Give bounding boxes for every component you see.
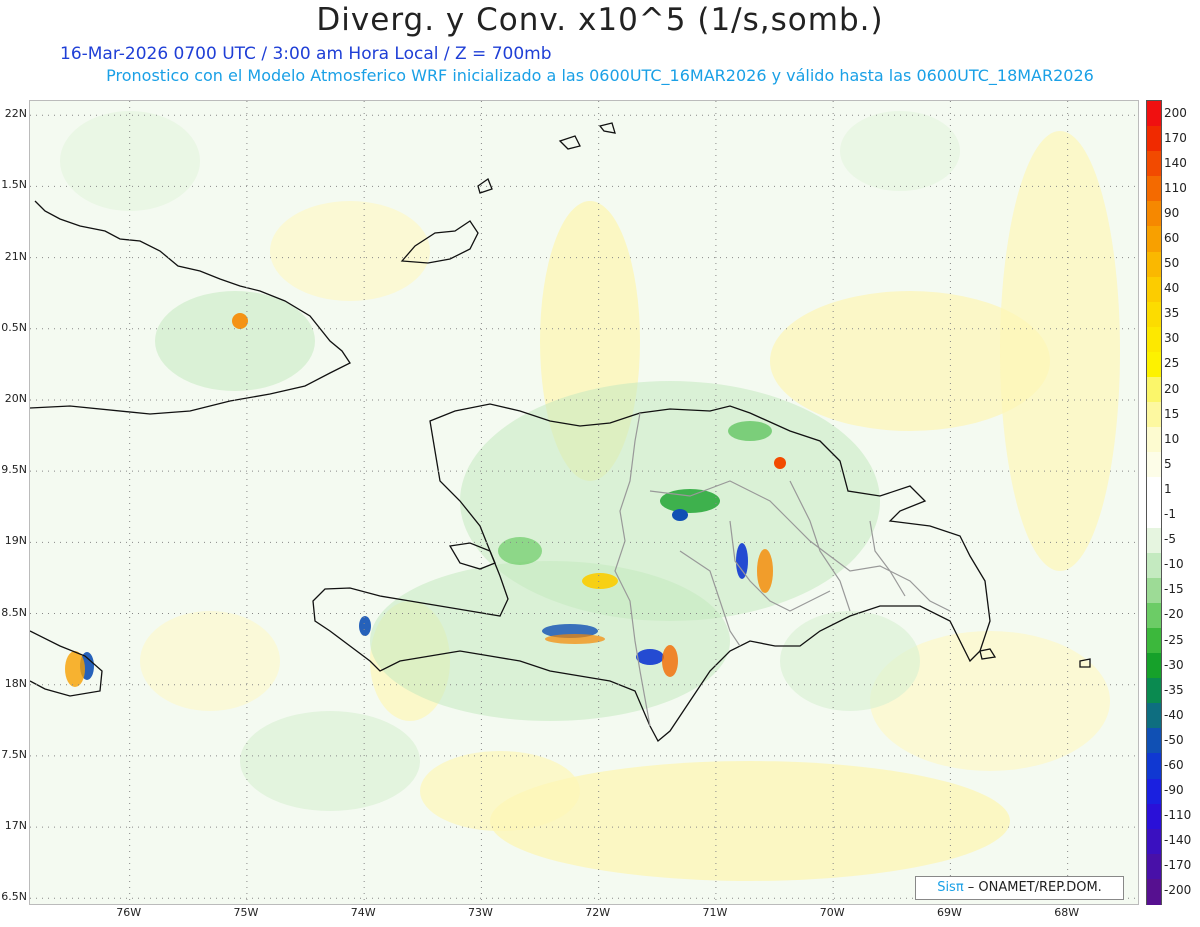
colorbar-segment <box>1147 276 1161 303</box>
colorbar-label: 10 <box>1164 431 1180 446</box>
lon-label: 68W <box>1054 906 1080 919</box>
colorbar-segment <box>1147 377 1161 403</box>
colorbar-label: 50 <box>1164 256 1180 271</box>
valid-time-subtitle: 16-Mar-2026 0700 UTC / 3:00 am Hora Loca… <box>60 44 552 64</box>
colorbar-label: -60 <box>1164 757 1184 772</box>
lat-label: 18N <box>4 676 27 690</box>
colorbar-label: -170 <box>1164 858 1192 873</box>
colorbar-label: 200 <box>1164 105 1187 120</box>
colorbar-segment <box>1147 502 1161 529</box>
colorbar-label: -15 <box>1164 582 1184 597</box>
colorbar-segment <box>1147 577 1161 604</box>
colorbar-segment <box>1147 678 1161 704</box>
colorbar-label: 25 <box>1164 356 1180 371</box>
colorbar-label: 170 <box>1164 130 1187 145</box>
lon-label: 75W <box>233 906 259 919</box>
colorbar-label: 35 <box>1164 306 1180 321</box>
colorbar-label: 20 <box>1164 381 1180 396</box>
colorbar-label: -110 <box>1164 808 1192 823</box>
colorbar-label: 1 <box>1164 481 1172 496</box>
colorbar-label: -35 <box>1164 682 1184 697</box>
colorbar-segment <box>1147 126 1161 152</box>
colorbar-segment <box>1147 326 1161 353</box>
colorbar-segment <box>1147 151 1161 177</box>
lon-label: 69W <box>936 906 962 919</box>
divergence-shading <box>60 111 1120 881</box>
colorbar-segment <box>1147 803 1161 830</box>
lat-label: 8.5N <box>1 605 27 619</box>
lat-label: 6.5N <box>1 890 27 904</box>
colorbar-segment <box>1147 351 1161 378</box>
divergence-map <box>30 101 1138 904</box>
map-title: Diverg. y Conv. x10^5 (1/s,somb.) <box>316 2 884 38</box>
colorbar-segment <box>1147 703 1161 729</box>
lat-label: 20N <box>4 391 27 405</box>
lon-label: 73W <box>467 906 493 919</box>
credit-brand: Sisπ <box>937 880 964 895</box>
colorbar-segment <box>1147 627 1161 654</box>
lon-label: 76W <box>116 906 142 919</box>
colorbar-label: 5 <box>1164 456 1172 471</box>
colorbar-segment <box>1147 452 1161 478</box>
colorbar <box>1146 100 1162 905</box>
colorbar-segment <box>1147 853 1161 880</box>
colorbar-label: -200 <box>1164 883 1192 898</box>
colorbar-segment <box>1147 477 1161 503</box>
colorbar-segment <box>1147 226 1161 253</box>
colorbar-label: -25 <box>1164 632 1184 647</box>
map-panel <box>29 100 1139 905</box>
colorbar-label: -1 <box>1164 507 1176 522</box>
colorbar-label: -90 <box>1164 783 1184 798</box>
colorbar-label: 30 <box>1164 331 1180 346</box>
colorbar-label: -30 <box>1164 657 1184 672</box>
colorbar-segment <box>1147 778 1161 805</box>
colorbar-segment <box>1147 878 1161 905</box>
colorbar-segment <box>1147 301 1161 328</box>
colorbar-segment <box>1147 602 1161 629</box>
colorbar-label: 40 <box>1164 281 1180 296</box>
colorbar-segment <box>1147 101 1161 127</box>
lat-label: 9.5N <box>1 463 27 477</box>
lat-label: 0.5N <box>1 320 27 334</box>
model-info-subtitle: Pronostico con el Modelo Atmosferico WRF… <box>106 66 1094 85</box>
colorbar-label: 140 <box>1164 155 1187 170</box>
colorbar-segment <box>1147 552 1161 579</box>
colorbar-label: 60 <box>1164 231 1180 246</box>
colorbar-segment <box>1147 251 1161 278</box>
colorbar-segment <box>1147 402 1161 428</box>
lat-label: 1.5N <box>1 178 27 192</box>
credit-text: – ONAMET/REP.DOM. <box>963 880 1102 895</box>
colorbar-label: 90 <box>1164 205 1180 220</box>
lat-label: 22N <box>4 107 27 121</box>
colorbar-label: -20 <box>1164 607 1184 622</box>
lon-label: 71W <box>702 906 728 919</box>
lon-label: 74W <box>350 906 376 919</box>
lon-label: 72W <box>585 906 611 919</box>
colorbar-segment <box>1147 527 1161 554</box>
lat-label: 17N <box>4 819 27 833</box>
colorbar-label: -5 <box>1164 532 1176 547</box>
lat-label: 19N <box>4 534 27 548</box>
colorbar-label: -10 <box>1164 557 1184 572</box>
colorbar-segment <box>1147 753 1161 780</box>
lat-label: 21N <box>4 249 27 263</box>
colorbar-label: 15 <box>1164 406 1180 421</box>
lon-label: 70W <box>819 906 845 919</box>
colorbar-segment <box>1147 653 1161 679</box>
colorbar-label: 110 <box>1164 180 1187 195</box>
colorbar-segment <box>1147 427 1161 453</box>
colorbar-label: -50 <box>1164 732 1184 747</box>
colorbar-label: -140 <box>1164 833 1192 848</box>
lat-label: 7.5N <box>1 747 27 761</box>
colorbar-segment <box>1147 176 1161 202</box>
colorbar-segment <box>1147 201 1161 227</box>
colorbar-label: -40 <box>1164 707 1184 722</box>
credit-box: Sisπ – ONAMET/REP.DOM. <box>915 876 1124 900</box>
colorbar-segment <box>1147 728 1161 754</box>
colorbar-segment <box>1147 828 1161 855</box>
